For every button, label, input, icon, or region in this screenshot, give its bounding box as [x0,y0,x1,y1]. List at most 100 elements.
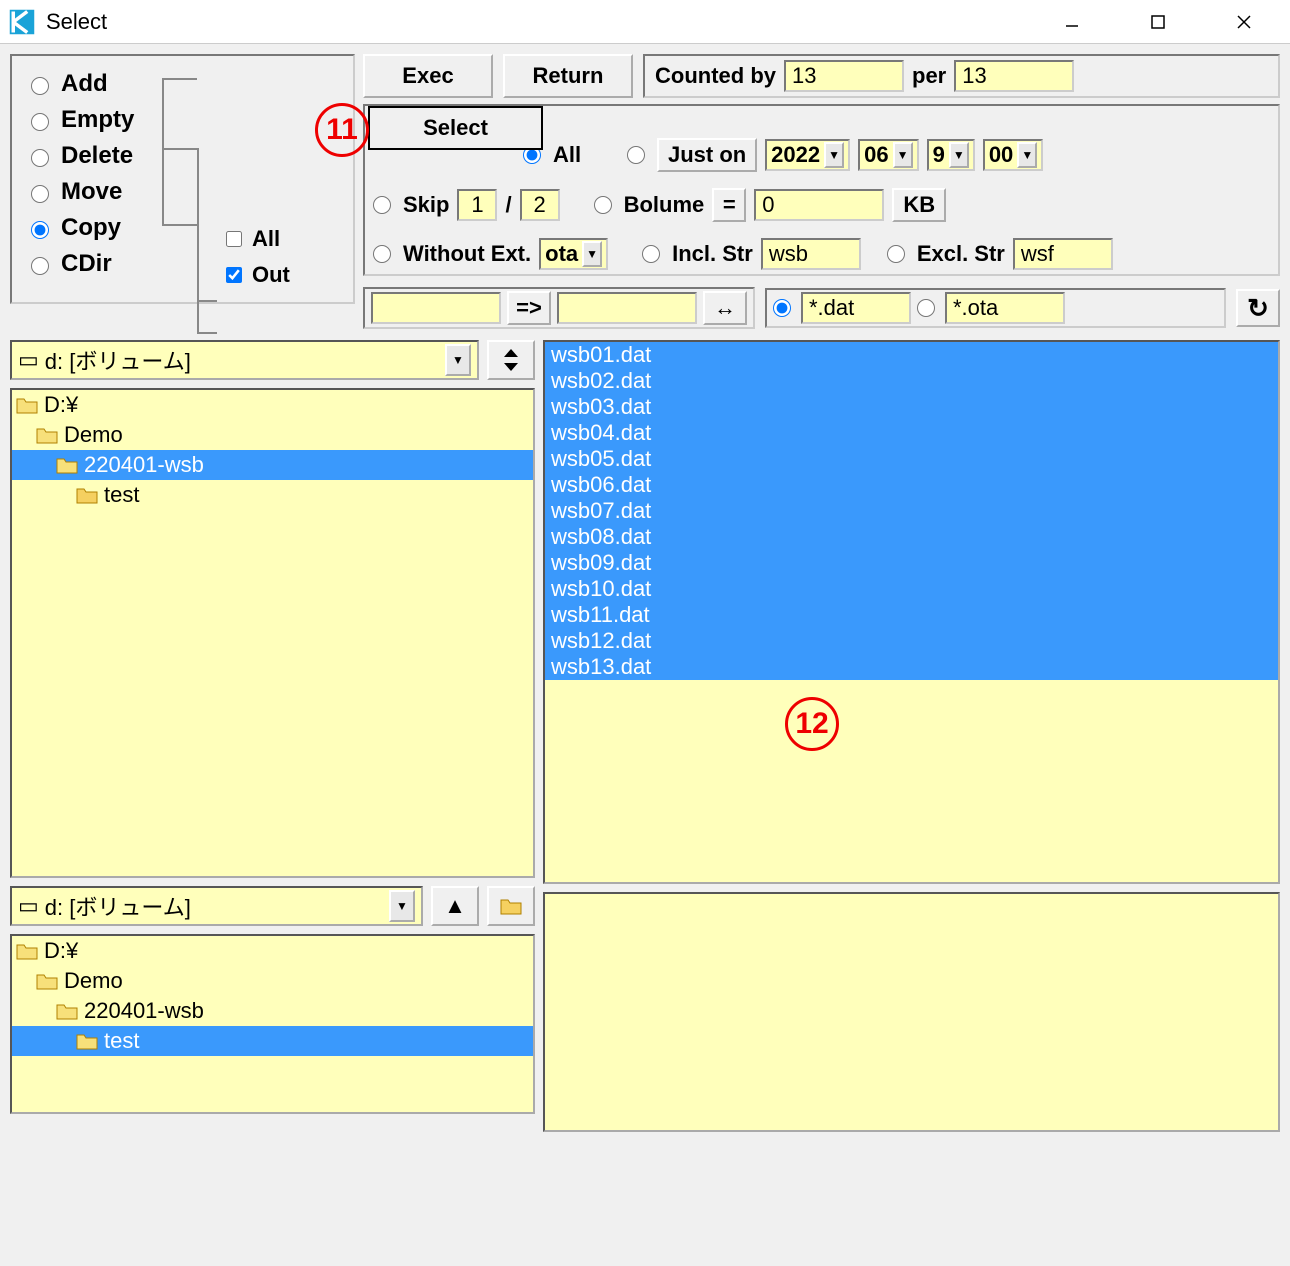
close-button[interactable] [1216,6,1272,38]
file-list-top[interactable]: wsb01.datwsb02.datwsb03.datwsb04.datwsb0… [543,340,1280,884]
per-label: per [912,63,946,89]
bolume-value[interactable] [754,189,884,221]
updown-button[interactable] [487,340,535,380]
all-checkbox[interactable] [226,231,242,247]
incl-value[interactable] [761,238,861,270]
tree-item[interactable]: 220401-wsb [12,450,533,480]
tree-item-label: Demo [64,422,123,448]
file-item[interactable]: wsb04.dat [551,420,1272,446]
tree-item-label: D:¥ [44,938,78,964]
arrow-right-button[interactable]: => [507,291,551,325]
file-item[interactable]: wsb07.dat [551,498,1272,524]
pattern-b[interactable] [945,292,1065,324]
drive-combo-bottom[interactable]: ▭ d: [ボリューム] ▼ [10,886,423,926]
tree-item[interactable]: Demo [12,966,533,996]
new-folder-button[interactable] [487,886,535,926]
folder-tree-bottom[interactable]: D:¥Demo220401-wsbtest [10,934,535,1114]
tree-item[interactable]: test [12,1026,533,1056]
file-item[interactable]: wsb09.dat [551,550,1272,576]
op-radio-input[interactable] [31,257,49,275]
file-item[interactable]: wsb11.dat [551,602,1272,628]
filter-skip-radio[interactable] [373,196,391,214]
pattern-b-radio[interactable] [917,299,935,317]
chevron-down-icon[interactable]: ▼ [389,890,415,922]
tree-item[interactable]: D:¥ [12,390,533,420]
out-checkbox[interactable] [226,267,242,283]
filter-bolume-radio[interactable] [594,196,612,214]
operation-panel: Add EmptyDeleteMoveCopy CDir All Out [10,54,355,304]
swap-button[interactable]: ↔ [703,291,747,325]
pattern-a-radio[interactable] [773,299,791,317]
exec-button[interactable]: Exec [363,54,493,98]
juston-month[interactable]: 06▼ [858,139,918,171]
op-radio-label: Add [61,70,108,98]
op-radio-input[interactable] [31,221,49,239]
up-button[interactable]: ▲ [431,886,479,926]
out-checkbox-label: Out [252,262,290,288]
tree-item[interactable]: 220401-wsb [12,996,533,1026]
bolume-eq-button[interactable]: = [712,188,746,222]
op-radio-move[interactable]: Move [26,174,339,210]
skip-b[interactable] [520,189,560,221]
file-item[interactable]: wsb03.dat [551,394,1272,420]
filter-excl-radio[interactable] [887,245,905,263]
filter-withoutext-radio[interactable] [373,245,391,263]
op-radio-copy[interactable]: Copy [26,210,339,246]
return-button[interactable]: Return [503,54,633,98]
juston-button[interactable]: Just on [657,138,757,172]
refresh-button[interactable]: ↻ [1236,289,1280,327]
select-button[interactable]: 11 Select [368,106,543,150]
bolume-unit-button[interactable]: KB [892,188,946,222]
chevron-down-icon[interactable]: ▼ [445,344,471,376]
bolume-label: Bolume [624,192,705,218]
file-item[interactable]: wsb06.dat [551,472,1272,498]
juston-hour[interactable]: 00▼ [983,139,1043,171]
maximize-button[interactable] [1130,6,1186,38]
op-radio-cdir[interactable]: CDir [26,246,339,282]
tree-item-label: D:¥ [44,392,78,418]
op-radio-label: CDir [61,250,112,278]
tree-item[interactable]: D:¥ [12,936,533,966]
file-list-bottom[interactable] [543,892,1280,1132]
folder-tree-top[interactable]: D:¥ Demo220401-wsbtest [10,388,535,878]
file-item[interactable]: wsb02.dat [551,368,1272,394]
filter-all-label: All [553,142,581,168]
tree-item[interactable]: Demo [12,420,533,450]
filter-juston-radio[interactable] [627,146,645,164]
op-radio-empty[interactable]: Empty [26,102,339,138]
file-item[interactable]: wsb13.dat [551,654,1272,680]
drive-combo-top[interactable]: ▭ d: [ボリューム] ▼ [10,340,479,380]
filter-incl-radio[interactable] [642,245,660,263]
op-radio-delete[interactable]: Delete [26,138,339,174]
excl-value[interactable] [1013,238,1113,270]
file-item[interactable]: wsb12.dat [551,628,1272,654]
drive-combo-top-text: d: [ボリューム] [45,344,191,376]
drive-combo-bottom-text: d: [ボリューム] [45,890,191,922]
juston-year[interactable]: 2022▼ [765,139,850,171]
drive-icon: ▭ [18,347,39,373]
juston-day[interactable]: 9▼ [927,139,975,171]
counted-value[interactable] [784,60,904,92]
all-checkbox-label: All [252,226,280,252]
op-radio-input[interactable] [31,77,49,95]
file-item[interactable]: wsb05.dat [551,446,1272,472]
op-radio-add[interactable]: Add [26,66,339,102]
pattern-a[interactable] [801,292,911,324]
file-item[interactable]: wsb01.dat [551,342,1272,368]
all-checkbox-row[interactable]: All [222,221,290,257]
skip-a[interactable] [457,189,497,221]
skip-label: Skip [403,192,449,218]
minimize-button[interactable] [1044,6,1100,38]
op-radio-input[interactable] [31,149,49,167]
drive-icon: ▭ [18,893,39,919]
rename-from[interactable] [371,292,501,324]
rename-to[interactable] [557,292,697,324]
per-value[interactable] [954,60,1074,92]
op-radio-input[interactable] [31,185,49,203]
withoutext-value[interactable]: ota▼ [539,238,608,270]
file-item[interactable]: wsb10.dat [551,576,1272,602]
out-checkbox-row[interactable]: Out [222,257,290,293]
op-radio-input[interactable] [31,113,49,131]
file-item[interactable]: wsb08.dat [551,524,1272,550]
tree-item[interactable]: test [12,480,533,510]
